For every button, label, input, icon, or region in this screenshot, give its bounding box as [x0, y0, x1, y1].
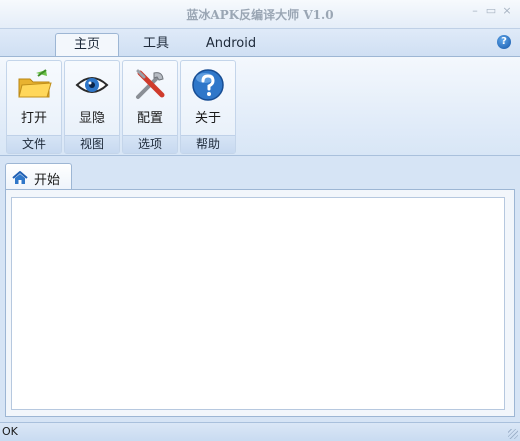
- open-button[interactable]: 打开: [9, 63, 59, 133]
- group-file: 打开 文件: [6, 60, 62, 154]
- group-options-label: 选项: [123, 135, 177, 153]
- doc-tab-start[interactable]: 开始: [5, 163, 72, 190]
- document-area: 开始: [0, 157, 520, 422]
- settings-label: 配置: [136, 111, 163, 126]
- group-view-label: 视图: [65, 135, 119, 153]
- open-label: 打开: [20, 111, 47, 126]
- toggle-visibility-label: 显隐: [78, 111, 105, 126]
- document-frame: [5, 189, 515, 417]
- ribbon-panel: 打开 文件 显隐 视图 配置 选项 关于 帮助: [0, 56, 520, 156]
- about-button[interactable]: 关于: [183, 63, 233, 133]
- toggle-visibility-button[interactable]: 显隐: [67, 63, 117, 133]
- title-bar: 蓝冰APK反编译大师 V1.0 – ▭ ×: [0, 0, 520, 28]
- resize-grip[interactable]: [508, 429, 518, 439]
- group-help: 关于 帮助: [180, 60, 236, 154]
- help-icon[interactable]: ?: [497, 35, 511, 49]
- home-icon: [12, 171, 28, 184]
- status-bar: OK: [0, 422, 520, 441]
- group-help-label: 帮助: [181, 135, 235, 153]
- folder-icon: [18, 69, 52, 98]
- doc-tab-label: 开始: [34, 173, 61, 188]
- tab-android[interactable]: Android: [196, 33, 266, 57]
- settings-button[interactable]: 配置: [125, 63, 175, 133]
- tab-home[interactable]: 主页: [55, 33, 119, 57]
- group-file-label: 文件: [7, 135, 61, 153]
- status-text: OK: [2, 425, 18, 438]
- close-button[interactable]: ×: [500, 4, 514, 18]
- document-content[interactable]: [11, 197, 505, 410]
- window-title: 蓝冰APK反编译大师 V1.0: [186, 8, 334, 22]
- tab-tools[interactable]: 工具: [128, 33, 184, 57]
- group-options: 配置 选项: [122, 60, 178, 154]
- ribbon-tab-bar: 主页 工具 Android ?: [0, 28, 520, 57]
- help-icon: [192, 69, 224, 101]
- eye-icon: [75, 77, 109, 93]
- minimize-button[interactable]: –: [468, 4, 482, 18]
- maximize-button[interactable]: ▭: [484, 4, 498, 18]
- group-view: 显隐 视图: [64, 60, 120, 154]
- tools-icon: [136, 69, 165, 99]
- about-label: 关于: [194, 111, 221, 126]
